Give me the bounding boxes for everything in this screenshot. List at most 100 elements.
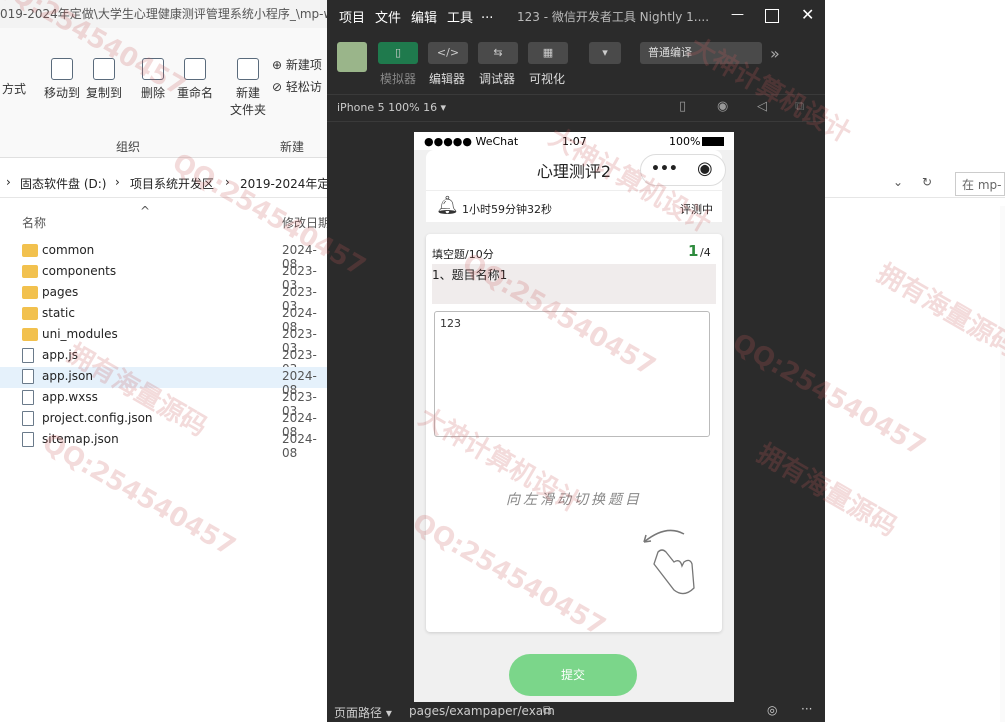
explorer-ribbon: 方式 移动到 复制到 删除 重命名 新建 文件夹 ⊕ 新建项 ⊘ 轻松访 组织 新… — [0, 28, 330, 158]
submit-button[interactable]: 提交 — [509, 654, 637, 696]
more-icon[interactable]: ··· — [801, 702, 812, 716]
page-path-label[interactable]: 页面路径 ▾ — [334, 704, 392, 721]
folder-icon — [22, 328, 38, 341]
timer-bar: 🔔︎ 1小时59分钟32秒 评测中 — [426, 190, 722, 222]
file-icon — [22, 348, 34, 363]
file-row[interactable]: pages 2023-03 — [0, 283, 330, 313]
maximize-icon[interactable] — [765, 9, 779, 23]
move-to-button[interactable]: 移动到 — [42, 58, 82, 101]
menu-file[interactable]: 文件 — [375, 7, 401, 26]
simulator-icon[interactable]: ▯ — [378, 42, 418, 64]
debug-icon[interactable]: ⇆ — [478, 42, 518, 64]
minimize-icon[interactable]: — — [731, 7, 744, 22]
rename-button[interactable]: 重命名 — [175, 58, 215, 101]
file-name: sitemap.json — [42, 432, 119, 446]
file-row[interactable]: app.js2023-03 — [0, 346, 330, 376]
copy-icon — [93, 58, 115, 80]
popout-icon[interactable]: ⧉ — [795, 99, 804, 114]
debugger-label[interactable]: 调试器 — [479, 70, 515, 87]
battery-text: 100% — [669, 135, 701, 148]
menu-tools[interactable]: 工具 — [447, 7, 473, 26]
group-new-label: 新建 — [280, 140, 305, 154]
visual-icon[interactable]: ▦ — [528, 42, 568, 64]
file-row[interactable]: static 2024-08 — [0, 304, 330, 334]
breadcrumb-drive[interactable]: 固态软件盘 (D:) — [20, 175, 106, 192]
exit-icon[interactable]: ◉ — [697, 158, 713, 179]
file-name: app.json — [42, 369, 93, 383]
new-folder-button[interactable]: 新建 文件夹 — [228, 58, 268, 118]
file-row[interactable]: app.wxss 2023-03 — [0, 388, 330, 418]
breadcrumb-dev[interactable]: 项目系统开发区 — [130, 175, 214, 192]
question-title: 1、题目名称1 — [432, 268, 508, 282]
menu-edit[interactable]: 编辑 — [411, 7, 437, 26]
simulator-label[interactable]: 模拟器 — [380, 70, 416, 87]
column-date[interactable]: 修改日期 — [282, 214, 330, 231]
answer-textarea[interactable]: 123 — [434, 311, 710, 437]
editor-label[interactable]: 编辑器 — [429, 70, 465, 87]
battery-icon — [702, 137, 724, 146]
record-icon[interactable]: ◉ — [717, 99, 728, 114]
compile-mode-select[interactable]: 普通编译 — [640, 42, 762, 64]
chevron-down-icon[interactable]: ⌄ — [893, 175, 903, 189]
file-icon — [22, 369, 34, 384]
chevron-down-icon[interactable]: ▾ — [589, 42, 621, 64]
file-name: uni_modules — [42, 327, 118, 341]
breadcrumb-separator: › — [115, 175, 120, 189]
swipe-hand-icon — [643, 529, 695, 595]
devtools-window: 项目 文件 编辑 工具 ... 123 - 微信开发者工具 Nightly 1.… — [327, 0, 825, 722]
copy-to-button[interactable]: 复制到 — [84, 58, 124, 101]
column-name[interactable]: 名称 — [22, 214, 46, 231]
file-name: project.config.json — [42, 411, 153, 425]
file-row[interactable]: sitemap.json 2024-08 — [0, 430, 330, 460]
file-date: 2024-08 — [282, 432, 317, 460]
sound-icon[interactable]: ◁ — [757, 99, 767, 114]
folder-icon — [22, 244, 38, 257]
menu-more[interactable]: ... — [481, 7, 493, 22]
watermark: 拥有海量源码 — [871, 258, 1005, 363]
file-icon — [22, 432, 34, 447]
refresh-icon[interactable]: ↻ — [922, 175, 932, 189]
column-header: 名称 ^ 修改日期 — [0, 204, 330, 236]
more-icon[interactable]: ••• — [651, 161, 678, 177]
close-icon[interactable]: ✕ — [801, 5, 814, 24]
question-card: 填空题/10分 1 /4 1、题目名称1 123 向左滑动切换题目 — [426, 234, 722, 632]
copy-icon[interactable]: ⧉ — [543, 703, 552, 718]
visual-label[interactable]: 可视化 — [529, 70, 565, 87]
avatar[interactable] — [337, 42, 367, 72]
expand-icon[interactable]: » — [770, 44, 780, 63]
delete-button[interactable]: 删除 — [138, 58, 168, 101]
scrollbar[interactable] — [1000, 206, 1005, 722]
file-row[interactable]: project.config.json 2024-08 — [0, 409, 330, 439]
trash-icon — [142, 58, 164, 80]
folder-icon — [22, 265, 38, 278]
search-input[interactable]: 在 mp- — [955, 172, 1005, 196]
status-time: 1:07 — [562, 135, 587, 148]
file-name: components — [42, 264, 117, 278]
eye-icon[interactable]: ◎ — [767, 703, 777, 717]
menu-project[interactable]: 项目 — [339, 7, 365, 26]
new-item-button[interactable]: ⊕ 新建项 — [272, 56, 322, 73]
progress-total: /4 — [700, 246, 711, 259]
new-folder-icon — [237, 58, 259, 80]
file-name: pages — [42, 285, 79, 299]
breadcrumb-separator: › — [225, 175, 230, 189]
carrier: ●●●●● WeChat — [424, 135, 519, 148]
file-name: common — [42, 243, 95, 257]
devtools-title: 123 - 微信开发者工具 Nightly 1.... — [517, 10, 710, 24]
code-icon[interactable]: </> — [428, 42, 468, 64]
file-row[interactable]: common 2024-08 — [0, 241, 330, 271]
file-row[interactable]: uni_modules 2023-03 — [0, 325, 330, 355]
menu-capsule[interactable]: ••• ◉ — [640, 154, 726, 186]
file-row[interactable]: app.json 2024-08 — [0, 367, 330, 397]
simulator-bar: iPhone 5 100% 16 ▾ ▯ ◉ ◁ ⧉ — [327, 94, 825, 122]
easy-access-button[interactable]: ⊘ 轻松访 — [272, 78, 322, 95]
phone-icon[interactable]: ▯ — [679, 99, 686, 114]
file-row[interactable]: components 2023-03 — [0, 262, 330, 292]
breadcrumb-project[interactable]: 2019-2024年定 — [240, 175, 329, 192]
ribbon-shortcut-label[interactable]: 方式 — [0, 80, 28, 97]
progress-current: 1 — [688, 242, 699, 260]
device-select[interactable]: iPhone 5 100% 16 ▾ — [337, 101, 446, 114]
swipe-hint: 向左滑动切换题目 — [506, 492, 642, 508]
file-icon — [22, 411, 34, 426]
rename-icon — [184, 58, 206, 80]
